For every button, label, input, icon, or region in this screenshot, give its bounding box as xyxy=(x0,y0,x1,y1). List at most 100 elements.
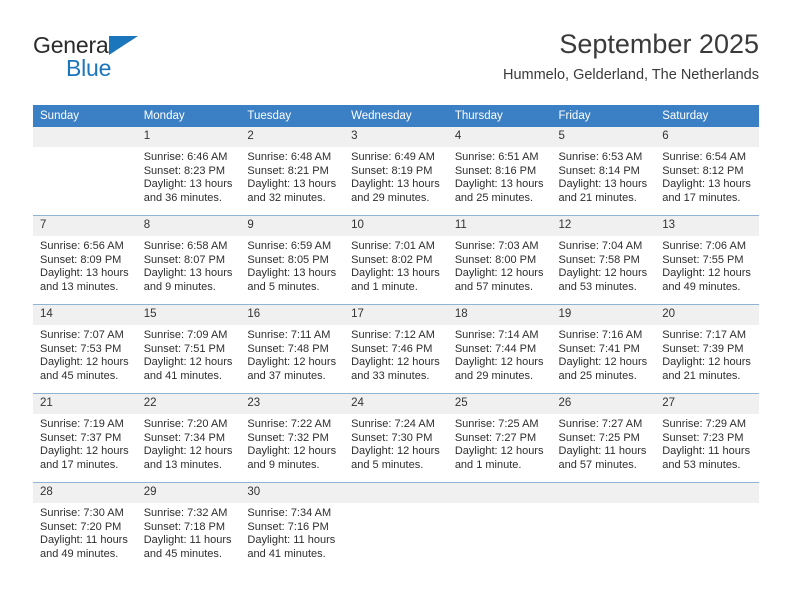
sunrise-text: Sunrise: 7:29 AM xyxy=(662,418,746,430)
day-cell-content xyxy=(655,483,759,571)
day-cell-content: 26 Sunrise: 7:27 AM Sunset: 7:25 PM Dayligh… xyxy=(551,394,656,482)
calendar-day-cell[interactable]: 23 Sunrise: 7:22 AM Sunset: 7:32 PM Dayligh… xyxy=(240,393,345,483)
calendar-day-cell[interactable]: 21 Sunrise: 7:19 AM Sunset: 7:37 PM Dayligh… xyxy=(33,393,137,483)
day-number: 27 xyxy=(655,394,759,414)
day-details: Sunrise: 7:16 AM Sunset: 7:41 PM Daylight:… xyxy=(552,325,656,383)
day-number: 6 xyxy=(655,127,759,147)
calendar-day-cell[interactable]: 29 Sunrise: 7:32 AM Sunset: 7:18 PM Dayligh… xyxy=(136,482,241,571)
calendar-day-cell[interactable]: 10 Sunrise: 7:01 AM Sunset: 8:02 PM Dayligh… xyxy=(344,215,448,305)
sunrise-text: Sunrise: 7:25 AM xyxy=(454,418,539,430)
day-details: Sunrise: 7:07 AM Sunset: 7:53 PM Daylight:… xyxy=(33,325,137,383)
day-number: 26 xyxy=(551,394,656,414)
general-blue-logo: General Blue xyxy=(33,32,263,88)
logo-text-blue: Blue xyxy=(66,55,112,81)
sunrise-text: Sunrise: 7:14 AM xyxy=(454,329,539,341)
calendar-week-row: 14 Sunrise: 7:07 AM Sunset: 7:53 PM Dayligh… xyxy=(33,304,759,394)
calendar-day-cell[interactable]: 24 Sunrise: 7:24 AM Sunset: 7:30 PM Dayligh… xyxy=(344,393,448,483)
day-cell-content: 6 Sunrise: 6:54 AM Sunset: 8:12 PM Daylight… xyxy=(655,127,759,215)
calendar-day-cell[interactable]: 19 Sunrise: 7:16 AM Sunset: 7:41 PM Dayligh… xyxy=(551,304,656,394)
sunrise-text: Sunrise: 7:17 AM xyxy=(662,329,746,341)
day-details: Sunrise: 6:53 AM Sunset: 8:14 PM Daylight:… xyxy=(552,147,656,205)
day-details: Sunrise: 7:11 AM Sunset: 7:48 PM Daylight:… xyxy=(240,325,344,383)
daylight-text: Daylight: 13 hours and 32 minutes. xyxy=(247,178,337,204)
sunrise-text: Sunrise: 7:06 AM xyxy=(662,240,746,252)
daylight-text: Daylight: 12 hours and 37 minutes. xyxy=(247,356,337,382)
sunset-text: Sunset: 8:05 PM xyxy=(247,253,329,266)
day-cell-content: 10 Sunrise: 7:01 AM Sunset: 8:02 PM Dayligh… xyxy=(344,216,448,304)
day-cell-content: 19 Sunrise: 7:16 AM Sunset: 7:41 PM Dayligh… xyxy=(551,305,656,393)
sunrise-text: Sunrise: 6:53 AM xyxy=(558,151,643,163)
calendar-week-row: 28 Sunrise: 7:30 AM Sunset: 7:20 PM Dayligh… xyxy=(33,482,759,571)
calendar-day-cell[interactable]: 6 Sunrise: 6:54 AM Sunset: 8:12 PM Daylight… xyxy=(655,127,759,216)
day-details: Sunrise: 7:32 AM Sunset: 7:18 PM Daylight:… xyxy=(137,503,241,561)
day-details: Sunrise: 6:51 AM Sunset: 8:16 PM Daylight:… xyxy=(448,147,552,205)
day-cell-content: 21 Sunrise: 7:19 AM Sunset: 7:37 PM Dayligh… xyxy=(33,394,137,482)
calendar-day-cell[interactable]: 16 Sunrise: 7:11 AM Sunset: 7:48 PM Dayligh… xyxy=(240,304,345,394)
calendar-body: 1 Sunrise: 6:46 AM Sunset: 8:23 PM Daylight… xyxy=(33,127,759,571)
sunrise-text: Sunrise: 7:19 AM xyxy=(40,418,124,430)
calendar-day-cell[interactable]: 4 Sunrise: 6:51 AM Sunset: 8:16 PM Daylight… xyxy=(447,127,552,216)
calendar-day-cell[interactable]: 3 Sunrise: 6:49 AM Sunset: 8:19 PM Daylight… xyxy=(344,127,448,216)
sunrise-text: Sunrise: 7:20 AM xyxy=(143,418,228,430)
day-cell-content: 24 Sunrise: 7:24 AM Sunset: 7:30 PM Dayligh… xyxy=(344,394,448,482)
daylight-text: Daylight: 13 hours and 21 minutes. xyxy=(558,178,648,204)
calendar-day-cell[interactable]: 5 Sunrise: 6:53 AM Sunset: 8:14 PM Daylight… xyxy=(551,127,656,216)
day-number: 29 xyxy=(136,483,241,503)
calendar-day-cell[interactable]: 13 Sunrise: 7:06 AM Sunset: 7:55 PM Dayligh… xyxy=(655,215,759,305)
sunset-text: Sunset: 8:12 PM xyxy=(662,164,744,177)
daylight-text: Daylight: 12 hours and 25 minutes. xyxy=(558,356,648,382)
sunset-text: Sunset: 7:53 PM xyxy=(40,342,122,355)
day-cell-content: 20 Sunrise: 7:17 AM Sunset: 7:39 PM Dayligh… xyxy=(655,305,759,393)
day-details: Sunrise: 7:34 AM Sunset: 7:16 PM Daylight:… xyxy=(240,503,344,561)
calendar-day-cell[interactable]: 17 Sunrise: 7:12 AM Sunset: 7:46 PM Dayligh… xyxy=(344,304,448,394)
sunset-text: Sunset: 7:25 PM xyxy=(558,431,640,444)
day-details: Sunrise: 6:48 AM Sunset: 8:21 PM Daylight:… xyxy=(240,147,344,205)
calendar-day-cell[interactable]: 15 Sunrise: 7:09 AM Sunset: 7:51 PM Dayligh… xyxy=(136,304,241,394)
calendar-day-cell[interactable]: 1 Sunrise: 6:46 AM Sunset: 8:23 PM Daylight… xyxy=(136,127,241,216)
calendar-day-cell[interactable]: 28 Sunrise: 7:30 AM Sunset: 7:20 PM Dayligh… xyxy=(33,482,137,571)
calendar-day-cell[interactable]: 7 Sunrise: 6:56 AM Sunset: 8:09 PM Daylight… xyxy=(33,215,137,305)
day-number xyxy=(344,483,448,503)
sunrise-text: Sunrise: 7:32 AM xyxy=(143,507,228,519)
logo-triangle-icon xyxy=(109,36,138,55)
daylight-text: Daylight: 13 hours and 1 minute. xyxy=(351,267,440,293)
calendar-day-cell[interactable]: 25 Sunrise: 7:25 AM Sunset: 7:27 PM Dayligh… xyxy=(447,393,552,483)
calendar-day-cell[interactable]: 22 Sunrise: 7:20 AM Sunset: 7:34 PM Dayligh… xyxy=(136,393,241,483)
daylight-text: Daylight: 11 hours and 57 minutes. xyxy=(558,445,647,471)
daylight-text: Daylight: 13 hours and 17 minutes. xyxy=(662,178,751,204)
sunrise-text: Sunrise: 6:59 AM xyxy=(247,240,332,252)
calendar-day-cell[interactable]: 2 Sunrise: 6:48 AM Sunset: 8:21 PM Daylight… xyxy=(240,127,345,216)
sunrise-text: Sunrise: 7:12 AM xyxy=(351,329,435,341)
calendar-day-cell[interactable]: 20 Sunrise: 7:17 AM Sunset: 7:39 PM Dayligh… xyxy=(655,304,759,394)
day-details: Sunrise: 6:46 AM Sunset: 8:23 PM Daylight:… xyxy=(137,147,241,205)
calendar-day-cell[interactable]: 27 Sunrise: 7:29 AM Sunset: 7:23 PM Dayligh… xyxy=(655,393,759,483)
day-cell-content xyxy=(344,483,448,571)
daylight-text: Daylight: 12 hours and 13 minutes. xyxy=(143,445,233,471)
weekday-header-wednesday: Wednesday xyxy=(344,105,448,127)
sunrise-text: Sunrise: 6:49 AM xyxy=(351,151,435,163)
calendar-day-cell[interactable]: 18 Sunrise: 7:14 AM Sunset: 7:44 PM Dayligh… xyxy=(447,304,552,394)
day-cell-content: 30 Sunrise: 7:34 AM Sunset: 7:16 PM Dayligh… xyxy=(240,483,345,571)
weekday-header-tuesday: Tuesday xyxy=(240,105,345,127)
day-number: 30 xyxy=(240,483,345,503)
sunrise-text: Sunrise: 7:11 AM xyxy=(247,329,331,341)
calendar-day-cell[interactable]: 8 Sunrise: 6:58 AM Sunset: 8:07 PM Daylight… xyxy=(136,215,241,305)
day-number: 28 xyxy=(33,483,137,503)
calendar-day-cell[interactable]: 12 Sunrise: 7:04 AM Sunset: 7:58 PM Dayligh… xyxy=(551,215,656,305)
calendar-day-cell[interactable]: 11 Sunrise: 7:03 AM Sunset: 8:00 PM Dayligh… xyxy=(447,215,552,305)
day-number: 20 xyxy=(655,305,759,325)
day-details: Sunrise: 7:17 AM Sunset: 7:39 PM Daylight:… xyxy=(655,325,759,383)
calendar-day-cell[interactable]: 30 Sunrise: 7:34 AM Sunset: 7:16 PM Dayligh… xyxy=(240,482,345,571)
sunset-text: Sunset: 7:39 PM xyxy=(662,342,744,355)
calendar-day-cell[interactable]: 14 Sunrise: 7:07 AM Sunset: 7:53 PM Dayligh… xyxy=(33,304,137,394)
calendar-day-cell[interactable]: 9 Sunrise: 6:59 AM Sunset: 8:05 PM Daylight… xyxy=(240,215,345,305)
sunset-text: Sunset: 8:00 PM xyxy=(454,253,537,266)
day-cell-content: 27 Sunrise: 7:29 AM Sunset: 7:23 PM Dayligh… xyxy=(655,394,759,482)
calendar-header-row: Sunday Monday Tuesday Wednesday Thursday… xyxy=(33,105,759,127)
weekday-header-monday: Monday xyxy=(136,105,241,127)
day-details: Sunrise: 7:19 AM Sunset: 7:37 PM Daylight:… xyxy=(33,414,137,472)
sunset-text: Sunset: 7:58 PM xyxy=(558,253,640,266)
sunset-text: Sunset: 7:20 PM xyxy=(40,520,122,533)
day-cell-content: 23 Sunrise: 7:22 AM Sunset: 7:32 PM Dayligh… xyxy=(240,394,345,482)
calendar-day-cell[interactable]: 26 Sunrise: 7:27 AM Sunset: 7:25 PM Dayligh… xyxy=(551,393,656,483)
